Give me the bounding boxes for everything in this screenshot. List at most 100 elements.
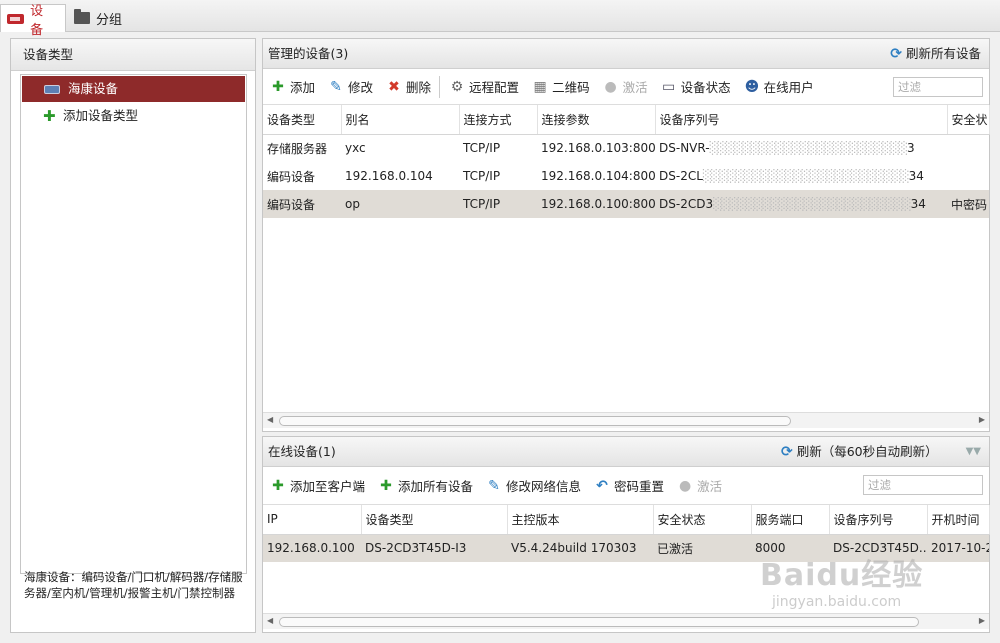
- column-header[interactable]: 开机时间: [927, 505, 990, 535]
- tab-groups-label: 分组: [96, 12, 123, 28]
- edit-icon: ✎: [330, 78, 342, 95]
- delete-label: 删除: [406, 80, 432, 95]
- cell-security: [947, 162, 989, 190]
- top-tab-bar: 设备 分组: [0, 0, 1000, 38]
- table-row-selected[interactable]: 编码设备 op TCP/IP 192.168.0.100:8000 DS-2CD…: [263, 190, 989, 218]
- remote-config-button[interactable]: ⚙ 远程配置: [450, 77, 519, 96]
- serial-suffix: 3: [907, 141, 915, 156]
- tree-item-add-type[interactable]: ✚ 添加设备类型: [21, 103, 246, 129]
- cell-security: 已激活: [653, 534, 751, 562]
- lightbulb-icon: ●: [604, 78, 617, 95]
- reset-password-button[interactable]: ↶ 密码重置: [595, 476, 664, 495]
- column-header[interactable]: 安全状: [947, 105, 990, 135]
- cell-type: 存储服务器: [267, 141, 328, 156]
- baidu-watermark: Baidu经验 jingyan.baidu.com: [760, 550, 980, 630]
- device-type-icon: [44, 84, 60, 94]
- tree-item-hikvision[interactable]: 海康设备: [22, 76, 245, 102]
- column-header[interactable]: 设备序列号: [655, 105, 948, 135]
- qrcode-label: 二维码: [552, 80, 590, 95]
- scroll-left-icon[interactable]: ◀: [267, 616, 273, 625]
- plus-icon: ✚: [380, 477, 392, 494]
- add-to-client-button[interactable]: ✚ 添加至客户端: [271, 476, 365, 495]
- column-header[interactable]: 服务端口: [751, 505, 830, 535]
- plus-icon: ✚: [43, 107, 56, 125]
- edit-network-button[interactable]: ✎ 修改网络信息: [487, 476, 581, 495]
- tab-groups[interactable]: 分组: [68, 4, 132, 32]
- cell-serial: DS-2CL░░░░░░░░░░░░░░░░░░░░░░░░░34: [655, 162, 947, 190]
- cell-param: 192.168.0.103:8000: [541, 141, 655, 156]
- column-header[interactable]: 别名: [341, 105, 460, 135]
- device-status-button[interactable]: ▭ 设备状态: [662, 77, 731, 96]
- managed-devices-title: 管理的设备(3): [268, 46, 349, 61]
- qrcode-button[interactable]: ▦ 二维码: [533, 77, 590, 96]
- table-header-row: 设备类型 别名 连接方式 连接参数 设备序列号 安全状: [263, 105, 990, 135]
- add-all-label: 添加所有设备: [398, 479, 474, 494]
- cell-security: 中密码: [947, 190, 989, 218]
- tab-devices-label: 设备: [30, 3, 44, 38]
- add-all-button[interactable]: ✚ 添加所有设备: [379, 476, 473, 495]
- user-icon: ☻: [744, 78, 760, 95]
- cell-security: [947, 134, 989, 162]
- column-header[interactable]: 连接参数: [537, 105, 656, 135]
- column-header[interactable]: 设备类型: [361, 505, 508, 535]
- collapse-icon[interactable]: ▼▼: [966, 437, 981, 467]
- managed-toolbar: ✚ 添加 ✎ 修改 ✖ 删除 ⚙ 远程配置 ▦ 二维码 ● 激活 ▭ 设备状态 ☻ 在线用户: [263, 69, 989, 105]
- managed-filter-input[interactable]: [893, 77, 983, 97]
- serial-prefix: DS-NVR-: [659, 141, 710, 156]
- device-type-header: 设备类型: [11, 39, 255, 71]
- column-header[interactable]: 安全状态: [653, 505, 752, 535]
- managed-devices-table: 设备类型 别名 连接方式 连接参数 设备序列号 安全状 存储服务器 yxc TC…: [263, 105, 990, 218]
- refresh-button[interactable]: ⟳ 刷新（每60秒自动刷新） ▼▼: [781, 437, 981, 467]
- scroll-left-icon[interactable]: ◀: [267, 415, 273, 424]
- remote-config-label: 远程配置: [469, 80, 520, 95]
- managed-devices-header: 管理的设备(3) ⟳ 刷新所有设备: [263, 39, 989, 69]
- cell-type: 编码设备: [267, 169, 316, 184]
- cell-serial: DS-NVR-░░░░░░░░░░░░░░░░░░░░░░░░3: [655, 134, 947, 162]
- cell-alias: yxc: [345, 141, 366, 156]
- refresh-all-label: 刷新所有设备: [905, 46, 981, 61]
- tree-item-label: 添加设备类型: [63, 108, 139, 123]
- table-row[interactable]: 编码设备 192.168.0.104 TCP/IP 192.168.0.104:…: [263, 162, 989, 190]
- cell-serial: DS-2CD3░░░░░░░░░░░░░░░░░░░░░░░░34: [655, 190, 947, 218]
- online-filter-input[interactable]: [863, 475, 983, 495]
- online-activate-label: 激活: [697, 479, 723, 494]
- reset-password-label: 密码重置: [614, 479, 665, 494]
- refresh-all-button[interactable]: ⟳ 刷新所有设备: [890, 39, 981, 69]
- cell-alias: op: [341, 190, 459, 218]
- cell-conn: TCP/IP: [459, 190, 537, 218]
- online-devices-title: 在线设备(1): [268, 444, 336, 459]
- activate-button[interactable]: ● 激活: [604, 77, 647, 96]
- horizontal-scrollbar[interactable]: ◀ ▶: [263, 412, 989, 428]
- device-type-tree: 海康设备 ✚ 添加设备类型: [20, 74, 247, 574]
- edit-button[interactable]: ✎ 修改: [329, 77, 373, 96]
- device-type-panel: 设备类型 海康设备 ✚ 添加设备类型 海康设备：编码设备/门口机/解码器/存储服…: [10, 38, 256, 633]
- column-header[interactable]: 设备序列号: [829, 505, 928, 535]
- scrollbar-thumb[interactable]: [279, 416, 791, 426]
- column-header[interactable]: 主控版本: [507, 505, 654, 535]
- plus-icon: ✚: [272, 477, 284, 494]
- column-header[interactable]: 连接方式: [459, 105, 538, 135]
- tab-devices[interactable]: 设备: [0, 4, 66, 38]
- delete-button[interactable]: ✖ 删除: [387, 77, 431, 96]
- managed-devices-panel: 管理的设备(3) ⟳ 刷新所有设备 ✚ 添加 ✎ 修改 ✖ 删除 ⚙ 远程配置 ▦ 二维码…: [262, 38, 990, 432]
- column-header[interactable]: 设备类型: [263, 105, 342, 135]
- redacted-serial: ░░░░░░░░░░░░░░░░░░░░░░░░: [709, 141, 908, 156]
- online-users-button[interactable]: ☻ 在线用户: [745, 77, 814, 96]
- device-status-label: 设备状态: [680, 80, 731, 95]
- qrcode-icon: ▦: [533, 78, 547, 95]
- gear-icon: ⚙: [450, 78, 464, 95]
- add-label: 添加: [290, 80, 316, 95]
- redacted-serial: ░░░░░░░░░░░░░░░░░░░░░░░░░: [702, 169, 910, 183]
- tree-item-label: 海康设备: [68, 81, 119, 96]
- edit-icon: ✎: [488, 477, 500, 494]
- serial-suffix: 34: [908, 169, 924, 183]
- online-users-label: 在线用户: [763, 80, 814, 95]
- cell-param: 192.168.0.104:8000: [541, 169, 655, 183]
- watermark-brand: Baidu经验: [760, 558, 924, 593]
- table-row[interactable]: 存储服务器 yxc TCP/IP 192.168.0.103:8000 DS-N…: [263, 134, 989, 162]
- add-button[interactable]: ✚ 添加: [271, 77, 315, 96]
- column-header[interactable]: IP: [263, 505, 362, 535]
- monitor-icon: ▭: [661, 78, 676, 95]
- online-activate-button[interactable]: ● 激活: [678, 476, 722, 495]
- scroll-right-icon[interactable]: ▶: [979, 415, 985, 424]
